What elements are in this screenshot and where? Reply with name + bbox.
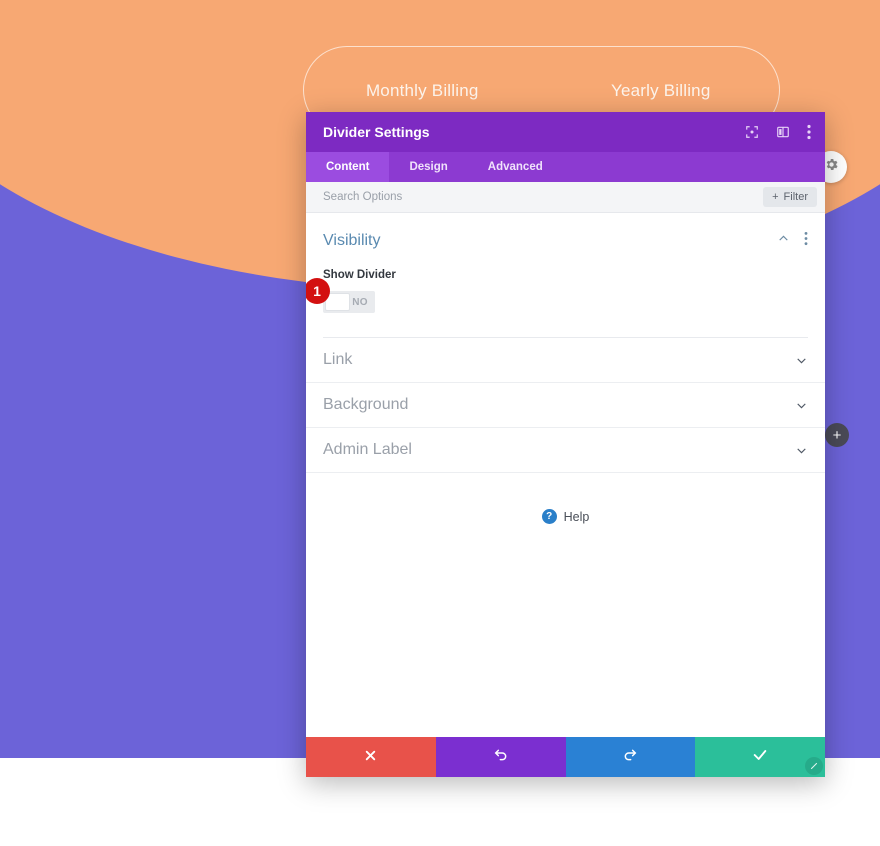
modal-footer xyxy=(306,737,825,777)
visibility-section-header[interactable]: Visibility xyxy=(323,231,808,269)
accordion-background[interactable]: Background xyxy=(306,383,825,428)
billing-yearly-label[interactable]: Yearly Billing xyxy=(542,81,781,101)
help-link[interactable]: ? Help xyxy=(306,509,825,524)
kebab-menu-icon[interactable] xyxy=(804,231,808,251)
screen: Monthly Billing Yearly Billing + Divider… xyxy=(0,0,880,846)
filter-button[interactable]: + Filter xyxy=(763,187,817,207)
plus-icon: + xyxy=(772,191,779,203)
modal-title: Divider Settings xyxy=(323,124,430,140)
redo-arrow-icon xyxy=(622,747,638,767)
split-layout-icon[interactable] xyxy=(776,125,790,139)
chevron-up-icon[interactable] xyxy=(777,232,790,250)
modal-header-actions xyxy=(745,124,811,140)
show-divider-toggle-row: 1 NO xyxy=(306,278,808,313)
close-x-icon xyxy=(364,749,377,766)
kebab-menu-icon[interactable] xyxy=(807,124,811,140)
tab-advanced[interactable]: Advanced xyxy=(468,152,563,182)
accordion-link-label: Link xyxy=(323,351,353,368)
filter-button-label: Filter xyxy=(783,191,808,203)
accordion-link[interactable]: Link xyxy=(306,338,825,383)
add-module-button[interactable]: + xyxy=(825,423,849,447)
search-bar: + Filter xyxy=(306,182,825,213)
focus-target-icon[interactable] xyxy=(745,125,759,139)
tab-content[interactable]: Content xyxy=(306,152,390,182)
billing-toggle[interactable]: Monthly Billing Yearly Billing xyxy=(303,78,780,104)
question-mark-icon: ? xyxy=(541,509,557,524)
toggle-value-label: NO xyxy=(352,296,368,308)
divider-settings-modal: Divider Settings Content Design Advanced xyxy=(306,112,825,777)
search-input[interactable] xyxy=(323,191,764,203)
chevron-down-icon[interactable] xyxy=(795,354,808,367)
show-divider-label: Show Divider xyxy=(323,269,396,281)
accordion-admin-label-label: Admin Label xyxy=(323,441,412,458)
undo-arrow-icon xyxy=(493,747,509,767)
accordion-admin-label[interactable]: Admin Label xyxy=(306,428,825,473)
modal-body: Visibility Show Divider 1 NO Link Backgr… xyxy=(306,213,825,737)
chevron-down-icon[interactable] xyxy=(795,399,808,412)
show-divider-toggle[interactable]: NO xyxy=(323,291,375,313)
visibility-section-title: Visibility xyxy=(323,232,381,249)
billing-monthly-label[interactable]: Monthly Billing xyxy=(303,81,542,101)
help-label: Help xyxy=(563,509,590,524)
show-divider-field: Show Divider 1 NO xyxy=(306,269,808,313)
redo-button[interactable] xyxy=(565,737,696,777)
checkmark-icon xyxy=(752,747,768,767)
undo-button[interactable] xyxy=(435,737,566,777)
cancel-button[interactable] xyxy=(306,737,436,777)
plus-icon: + xyxy=(832,426,842,444)
gear-icon xyxy=(824,157,839,177)
visibility-section: Visibility Show Divider 1 NO xyxy=(306,213,825,338)
modal-header: Divider Settings xyxy=(306,112,825,152)
chevron-down-icon[interactable] xyxy=(795,444,808,457)
modal-tabs: Content Design Advanced xyxy=(306,152,825,182)
tab-design[interactable]: Design xyxy=(389,152,467,182)
visibility-section-actions xyxy=(777,231,808,251)
diagonal-resize-icon[interactable] xyxy=(805,757,823,775)
accordion-background-label: Background xyxy=(323,396,409,413)
